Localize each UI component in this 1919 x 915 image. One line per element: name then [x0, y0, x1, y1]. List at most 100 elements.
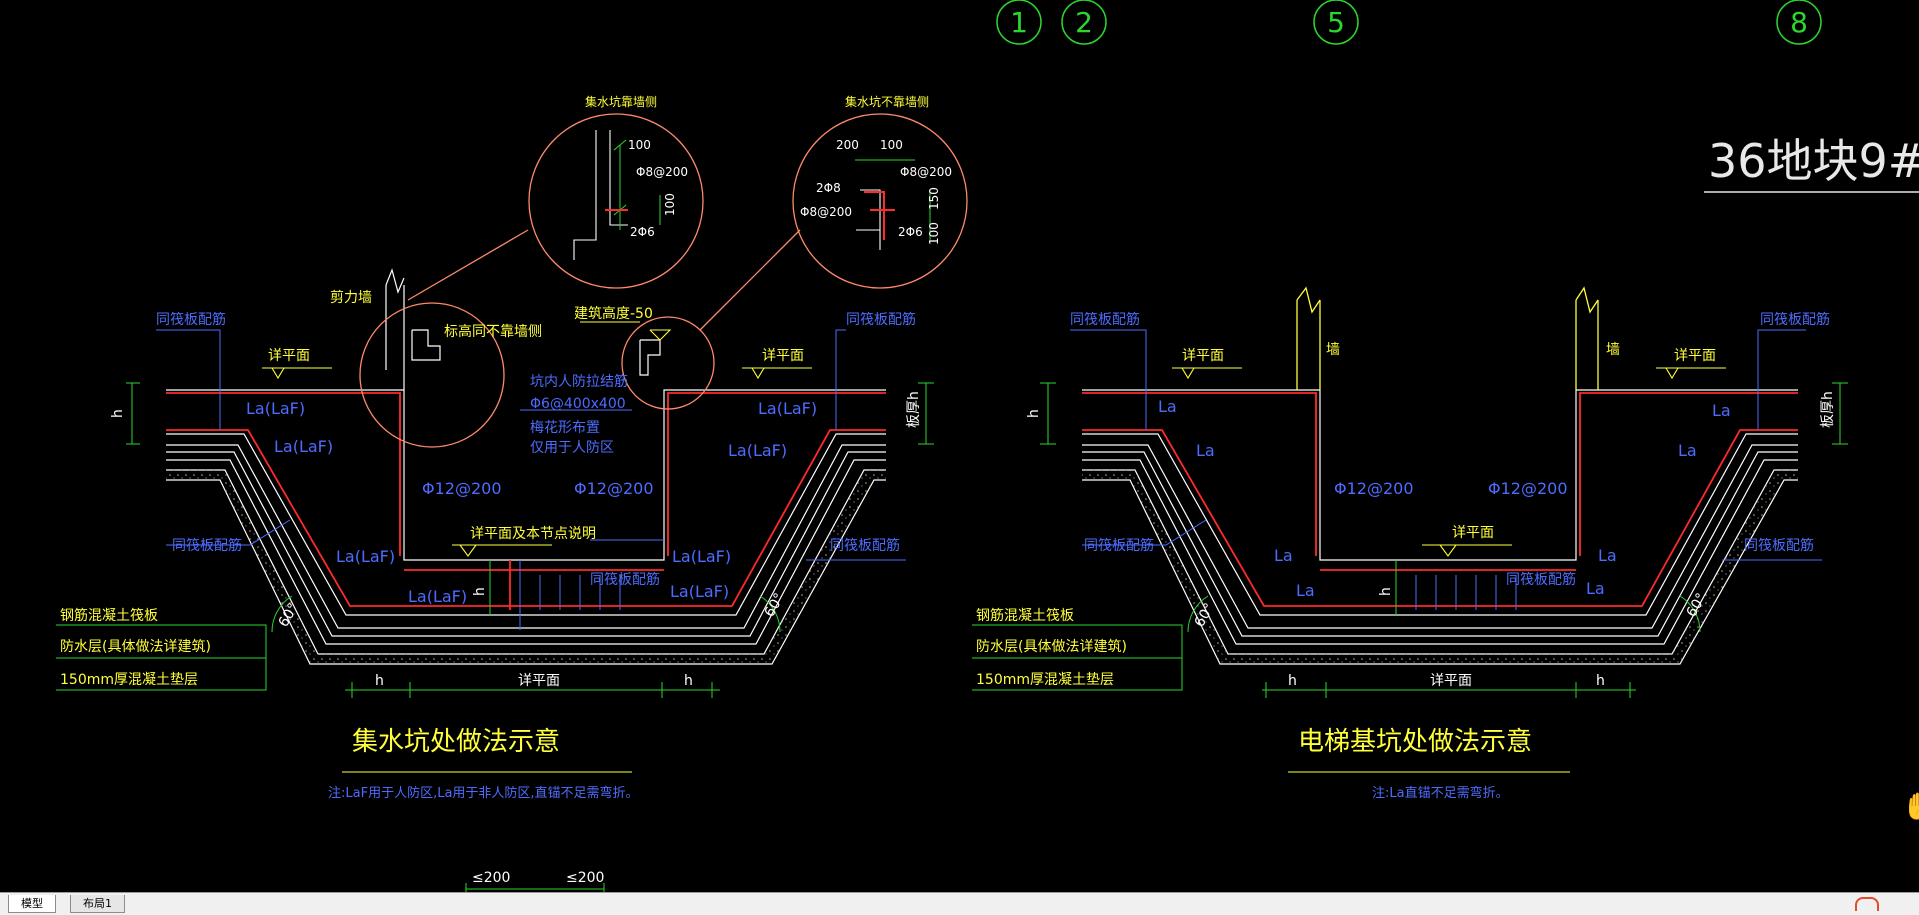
lbl-laf-1: La(LaF) [246, 399, 305, 418]
grid-bubble-1: 1 [1010, 6, 1028, 39]
pan-cursor-icon: ✋ [1902, 792, 1919, 822]
rlbl-la-7: La [1598, 546, 1617, 565]
rlbl-la-6: La [1296, 581, 1315, 600]
bottom-dim-2: ≤200 [566, 870, 604, 886]
rlbl-rebar-right: Φ12@200 [1488, 479, 1568, 498]
rlbl-same-slab-left: 同筏板配筋 [1084, 537, 1154, 554]
c1-bars: 2Φ6 [630, 225, 655, 239]
lbl-laf-2: La(LaF) [274, 437, 333, 456]
lbl-tie-bar-3: 梅花形布置 [530, 420, 600, 436]
rlbl-bottom-dim-2: 详平面 [1430, 673, 1472, 689]
lbl-laf-4: La(LaF) [728, 441, 787, 460]
lbl-bottom-dim-2: 详平面 [518, 673, 560, 689]
legend-right-3: 150mm厚混凝土垫层 [976, 672, 1114, 688]
c2-bars-b: 2Φ6 [898, 225, 923, 239]
rlbl-bottom-dim-3: h [1596, 673, 1605, 689]
legend-left-3: 150mm厚混凝土垫层 [60, 672, 198, 688]
c2-dim-200: 200 [836, 138, 859, 152]
c2-bars-a: 2Φ8 [816, 181, 841, 195]
rlbl-la-8: La [1586, 579, 1605, 598]
c2-dim-150: 150 [927, 187, 941, 210]
rlbl-same-slab-top-right: 同筏板配筋 [1760, 311, 1830, 328]
lbl-detail-plan-left: 详平面 [268, 348, 310, 364]
rlbl-la-3: La [1712, 401, 1731, 420]
lbl-tie-bar-2: Φ6@400x400 [530, 396, 626, 412]
lbl-h-left: h [110, 409, 126, 418]
grid-bubble-2: 2 [1075, 6, 1093, 39]
lbl-rebar-left: Φ12@200 [422, 479, 502, 498]
lbl-laf-5: La(LaF) [336, 547, 395, 566]
tab-layout1[interactable]: 布局1 [70, 895, 125, 913]
left-detail-note: 注:LaF用于人防区,La用于非人防区,直锚不足需弯折。 [328, 785, 639, 801]
rlbl-h-left: h [1026, 409, 1042, 418]
lbl-laf-8: La(LaF) [670, 582, 729, 601]
rlbl-same-slab-center: 同筏板配筋 [1506, 571, 1576, 588]
rlbl-la-4: La [1678, 441, 1697, 460]
right-detail-title: 电梯基坑处做法示意 [1298, 727, 1532, 757]
lbl-rebar-right: Φ12@200 [574, 479, 654, 498]
legend-right-2: 防水层(具体做法详建筑) [976, 639, 1127, 655]
lbl-laf-7: La(LaF) [672, 547, 731, 566]
lbl-h-right: 板厚h [906, 391, 922, 428]
rlbl-h-right: 板厚h [1820, 391, 1836, 428]
elevator-pit-detail: 同筏板配筋 同筏板配筋 同筏板配筋 同筏板配筋 同筏板配筋 La La La L… [972, 286, 1848, 801]
rlbl-la-1: La [1158, 397, 1177, 416]
status-icon[interactable] [1855, 897, 1879, 911]
lbl-tie-bar-1: 坑内人防拉结筋 [530, 373, 628, 390]
legend-left-2: 防水层(具体做法详建筑) [60, 639, 211, 655]
bottom-partial-detail: ≤200 ≤200 [465, 870, 605, 892]
rlbl-la-5: La [1274, 546, 1293, 565]
lbl-same-slab-top: 同筏板配筋 [156, 311, 226, 328]
lbl-building-height: 建筑高度-50 [574, 305, 653, 322]
sump-pit-detail: 100 100 Φ8@200 2Φ6 集水坑靠墙侧 200 100 150 10… [56, 94, 968, 801]
layout-tab-bar: 模型 布局1 [0, 892, 1919, 915]
c1-rebar: Φ8@200 [636, 165, 688, 179]
rlbl-wall-right: 墙 [1606, 342, 1620, 358]
c2-dim-100b: 100 [927, 222, 941, 245]
lbl-same-slab-right: 同筏板配筋 [830, 537, 900, 554]
c1-title: 集水坑靠墙侧 [585, 94, 657, 109]
lbl-detail-bottom-note: 详平面及本节点说明 [470, 526, 596, 542]
lbl-same-slab-center: 同筏板配筋 [590, 571, 660, 588]
lbl-detail-plan-right: 详平面 [762, 348, 804, 364]
lbl-flush-wall-side: 标高同不靠墙侧 [444, 323, 542, 340]
legend-left-1: 钢筋混凝土筏板 [60, 607, 158, 624]
lbl-h-center: h [472, 587, 488, 596]
lbl-tie-bar-4: 仅用于人防区 [530, 440, 614, 456]
rlbl-detail-plan-right: 详平面 [1674, 348, 1716, 364]
lbl-same-slab-bottom-right: 同筏板配筋 [846, 311, 916, 328]
lbl-laf-3: La(LaF) [758, 399, 817, 418]
left-detail-title: 集水坑处做法示意 [352, 727, 560, 757]
rlbl-la-2: La [1196, 441, 1215, 460]
rlbl-wall-left: 墙 [1326, 342, 1340, 358]
lbl-angle-right: 60° [762, 590, 788, 620]
grid-bubble-8: 8 [1790, 6, 1808, 39]
grid-bubbles [996, 0, 1822, 45]
c1-dim-100b: 100 [663, 193, 677, 216]
c2-dim-100: 100 [880, 138, 903, 152]
rlbl-detail-plan-center: 详平面 [1452, 525, 1494, 541]
rlbl-bottom-dim-1: h [1288, 673, 1297, 689]
rlbl-h-center: h [1378, 587, 1394, 596]
drawing-canvas[interactable]: 1 2 5 8 36地块9#住 [0, 0, 1919, 892]
bottom-dim-1: ≤200 [472, 870, 510, 886]
tab-model[interactable]: 模型 [8, 895, 56, 913]
grid-bubble-5: 5 [1327, 6, 1345, 39]
rlbl-detail-plan-left: 详平面 [1182, 348, 1224, 364]
lbl-bottom-dim-1: h [375, 673, 384, 689]
lbl-shear-wall: 剪力墙 [330, 290, 372, 306]
lbl-same-slab-left: 同筏板配筋 [172, 537, 242, 554]
lbl-bottom-dim-3: h [684, 673, 693, 689]
c2-rebar-b: Φ8@200 [800, 205, 852, 219]
cad-drawing[interactable]: 1 2 5 8 36地块9#住 [0, 0, 1919, 892]
rlbl-same-slab-right: 同筏板配筋 [1744, 537, 1814, 554]
rlbl-same-slab-top-left: 同筏板配筋 [1070, 311, 1140, 328]
rlbl-rebar-left: Φ12@200 [1334, 479, 1414, 498]
lbl-laf-6: La(LaF) [408, 587, 467, 606]
legend-right-1: 钢筋混凝土筏板 [976, 607, 1074, 624]
c2-title: 集水坑不靠墙侧 [845, 94, 929, 109]
c1-dim-100a: 100 [628, 138, 651, 152]
project-title: 36地块9#住 [1708, 134, 1919, 188]
right-detail-note: 注:La直锚不足需弯折。 [1372, 785, 1509, 801]
c2-rebar-a: Φ8@200 [900, 165, 952, 179]
